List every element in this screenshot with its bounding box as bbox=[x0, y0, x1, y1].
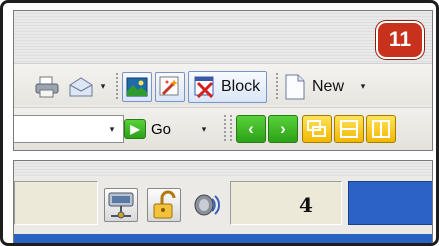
browser-status-bar: 4 bbox=[13, 160, 433, 243]
image-button[interactable] bbox=[122, 72, 152, 102]
toolbar-separator bbox=[230, 115, 232, 143]
security-lock-button[interactable] bbox=[147, 188, 181, 222]
tile-horizontal-icon bbox=[340, 120, 358, 138]
toolbar-separator bbox=[116, 73, 118, 101]
go-dropdown-arrow[interactable]: ▾ bbox=[198, 123, 210, 135]
go-button[interactable]: ▶ Go bbox=[124, 115, 171, 143]
browser-toolbars: 11 ▾ Block New ▾ ▾ ▶ Go ▾ ‹ › bbox=[13, 10, 433, 151]
address-dropdown-arrow[interactable]: ▾ bbox=[106, 123, 118, 135]
new-label: New bbox=[312, 78, 345, 95]
tile-vertical-icon bbox=[372, 120, 390, 138]
cascade-windows-icon bbox=[307, 120, 326, 137]
taskbar-strip bbox=[14, 234, 432, 243]
spark-icon bbox=[159, 76, 179, 96]
tile-horizontal-button[interactable] bbox=[334, 115, 364, 143]
forward-button[interactable]: › bbox=[268, 115, 298, 143]
mail-icon bbox=[69, 77, 93, 97]
network-icon bbox=[108, 192, 134, 219]
step-badge: 11 bbox=[376, 21, 424, 59]
speaker-icon bbox=[194, 194, 221, 216]
go-label: Go bbox=[151, 120, 172, 138]
spark-button[interactable] bbox=[155, 72, 185, 102]
print-button[interactable] bbox=[34, 75, 60, 99]
cascade-windows-button[interactable] bbox=[302, 115, 332, 143]
speaker-status-button[interactable] bbox=[190, 188, 224, 222]
popup-block-icon bbox=[194, 76, 214, 98]
screenshot-frame: 11 ▾ Block New ▾ ▾ ▶ Go ▾ ‹ › 4 bbox=[0, 0, 439, 246]
back-button[interactable]: ‹ bbox=[236, 115, 266, 143]
popup-block-button[interactable]: Block bbox=[188, 71, 268, 103]
mail-dropdown-arrow[interactable]: ▾ bbox=[98, 81, 108, 91]
block-label: Block bbox=[221, 78, 261, 95]
progress-field bbox=[348, 181, 432, 225]
status-text-field bbox=[14, 181, 98, 225]
toolbar-separator bbox=[224, 115, 226, 143]
image-icon bbox=[126, 77, 148, 97]
printer-icon bbox=[35, 76, 59, 98]
status-bar-top-strip bbox=[14, 161, 432, 176]
status-count-field bbox=[230, 181, 342, 225]
status-row: 4 bbox=[14, 176, 432, 234]
status-count: 4 bbox=[299, 193, 313, 217]
lock-icon bbox=[153, 190, 176, 219]
title-bar bbox=[14, 11, 432, 63]
network-status-button[interactable] bbox=[104, 188, 138, 222]
tile-vertical-button[interactable] bbox=[366, 115, 396, 143]
go-arrow-icon: ▶ bbox=[124, 119, 146, 139]
new-button[interactable]: New bbox=[284, 72, 344, 102]
new-page-icon bbox=[285, 74, 305, 100]
toolbar-separator bbox=[276, 73, 278, 101]
mail-button[interactable] bbox=[66, 75, 96, 99]
new-dropdown-arrow[interactable]: ▾ bbox=[358, 81, 368, 91]
